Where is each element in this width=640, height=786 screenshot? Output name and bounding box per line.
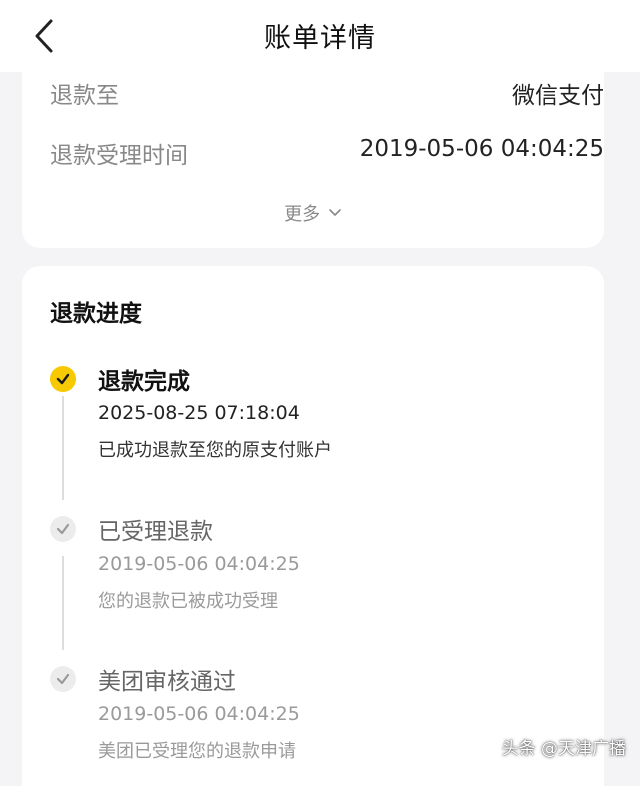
refund-to-label: 退款至: [50, 83, 119, 109]
check-icon: [50, 366, 76, 392]
timeline-connector: [62, 396, 64, 500]
refund-progress-card: 退款进度 退款完成 2025-08-25 07:18:04 已成功退款至您的原支…: [22, 266, 604, 786]
step-desc: 已成功退款至您的原支付账户: [98, 440, 332, 461]
progress-title: 退款进度: [50, 301, 142, 327]
step-time: 2019-05-06 04:04:25: [98, 553, 300, 575]
more-button[interactable]: 更多: [22, 200, 604, 226]
chevron-down-icon: [329, 209, 341, 216]
page-title: 账单详情: [264, 23, 376, 54]
refund-to-value: 微信支付: [512, 83, 604, 109]
check-icon: [50, 516, 76, 542]
accept-time-label: 退款受理时间: [50, 143, 188, 169]
check-icon: [50, 666, 76, 692]
accept-time-value: 2019-05-06 04:04:25: [359, 136, 604, 162]
step-time: 2019-05-06 04:04:25: [98, 703, 300, 725]
step-title: 已受理退款: [98, 519, 213, 545]
more-label: 更多: [284, 204, 321, 225]
watermark: 头条 @天津广播: [501, 739, 626, 759]
step-title: 美团审核通过: [98, 669, 236, 695]
timeline-connector: [62, 556, 64, 650]
step-time: 2025-08-25 07:18:04: [98, 402, 300, 424]
step-desc: 美团已受理您的退款申请: [98, 741, 296, 762]
step-desc: 您的退款已被成功受理: [98, 591, 278, 612]
step-title: 退款完成: [98, 369, 190, 395]
refund-summary-card: 退款至 微信支付 退款受理时间 2019-05-06 04:04:25 更多: [22, 60, 604, 248]
